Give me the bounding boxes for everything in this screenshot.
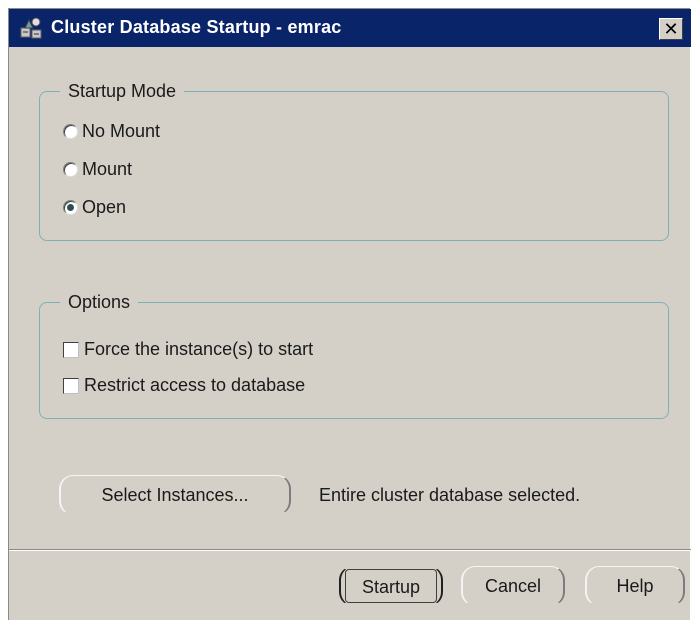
restrict-access-label: Restrict access to database [84, 375, 306, 395]
radio-open-label: Open [82, 197, 127, 217]
window-title: Cluster Database Startup - emrac [51, 17, 342, 37]
instances-status-text: Entire cluster database selected. [319, 485, 581, 505]
footer-separator [9, 549, 691, 551]
force-start-label: Force the instance(s) to start [84, 339, 314, 359]
dialog-window: Cluster Database Startup - emrac ✕ Start… [8, 8, 691, 620]
restrict-access-checkbox[interactable] [63, 378, 79, 394]
startup-mode-group: Startup Mode [39, 81, 669, 241]
cancel-button[interactable]: Cancel [461, 566, 565, 606]
close-icon: ✕ [663, 19, 679, 39]
close-button[interactable]: ✕ [659, 18, 683, 40]
radio-no-mount-label: No Mount [82, 121, 161, 141]
title-bar[interactable]: Cluster Database Startup - emrac ✕ [9, 9, 691, 47]
options-legend: Options [68, 292, 131, 312]
select-instances-button[interactable]: Select Instances... [59, 475, 291, 515]
force-start-checkbox[interactable] [63, 342, 79, 358]
radio-no-mount-button[interactable] [63, 124, 78, 139]
radio-mount-label: Mount [82, 159, 133, 179]
startup-mode-legend: Startup Mode [68, 81, 177, 101]
help-button[interactable]: Help [585, 566, 685, 606]
radio-mount-button[interactable] [63, 162, 78, 177]
cluster-database-icon [19, 16, 45, 40]
startup-button-label: Startup [345, 569, 437, 603]
startup-button[interactable]: Startup [339, 566, 443, 606]
radio-open-button[interactable] [63, 200, 78, 215]
